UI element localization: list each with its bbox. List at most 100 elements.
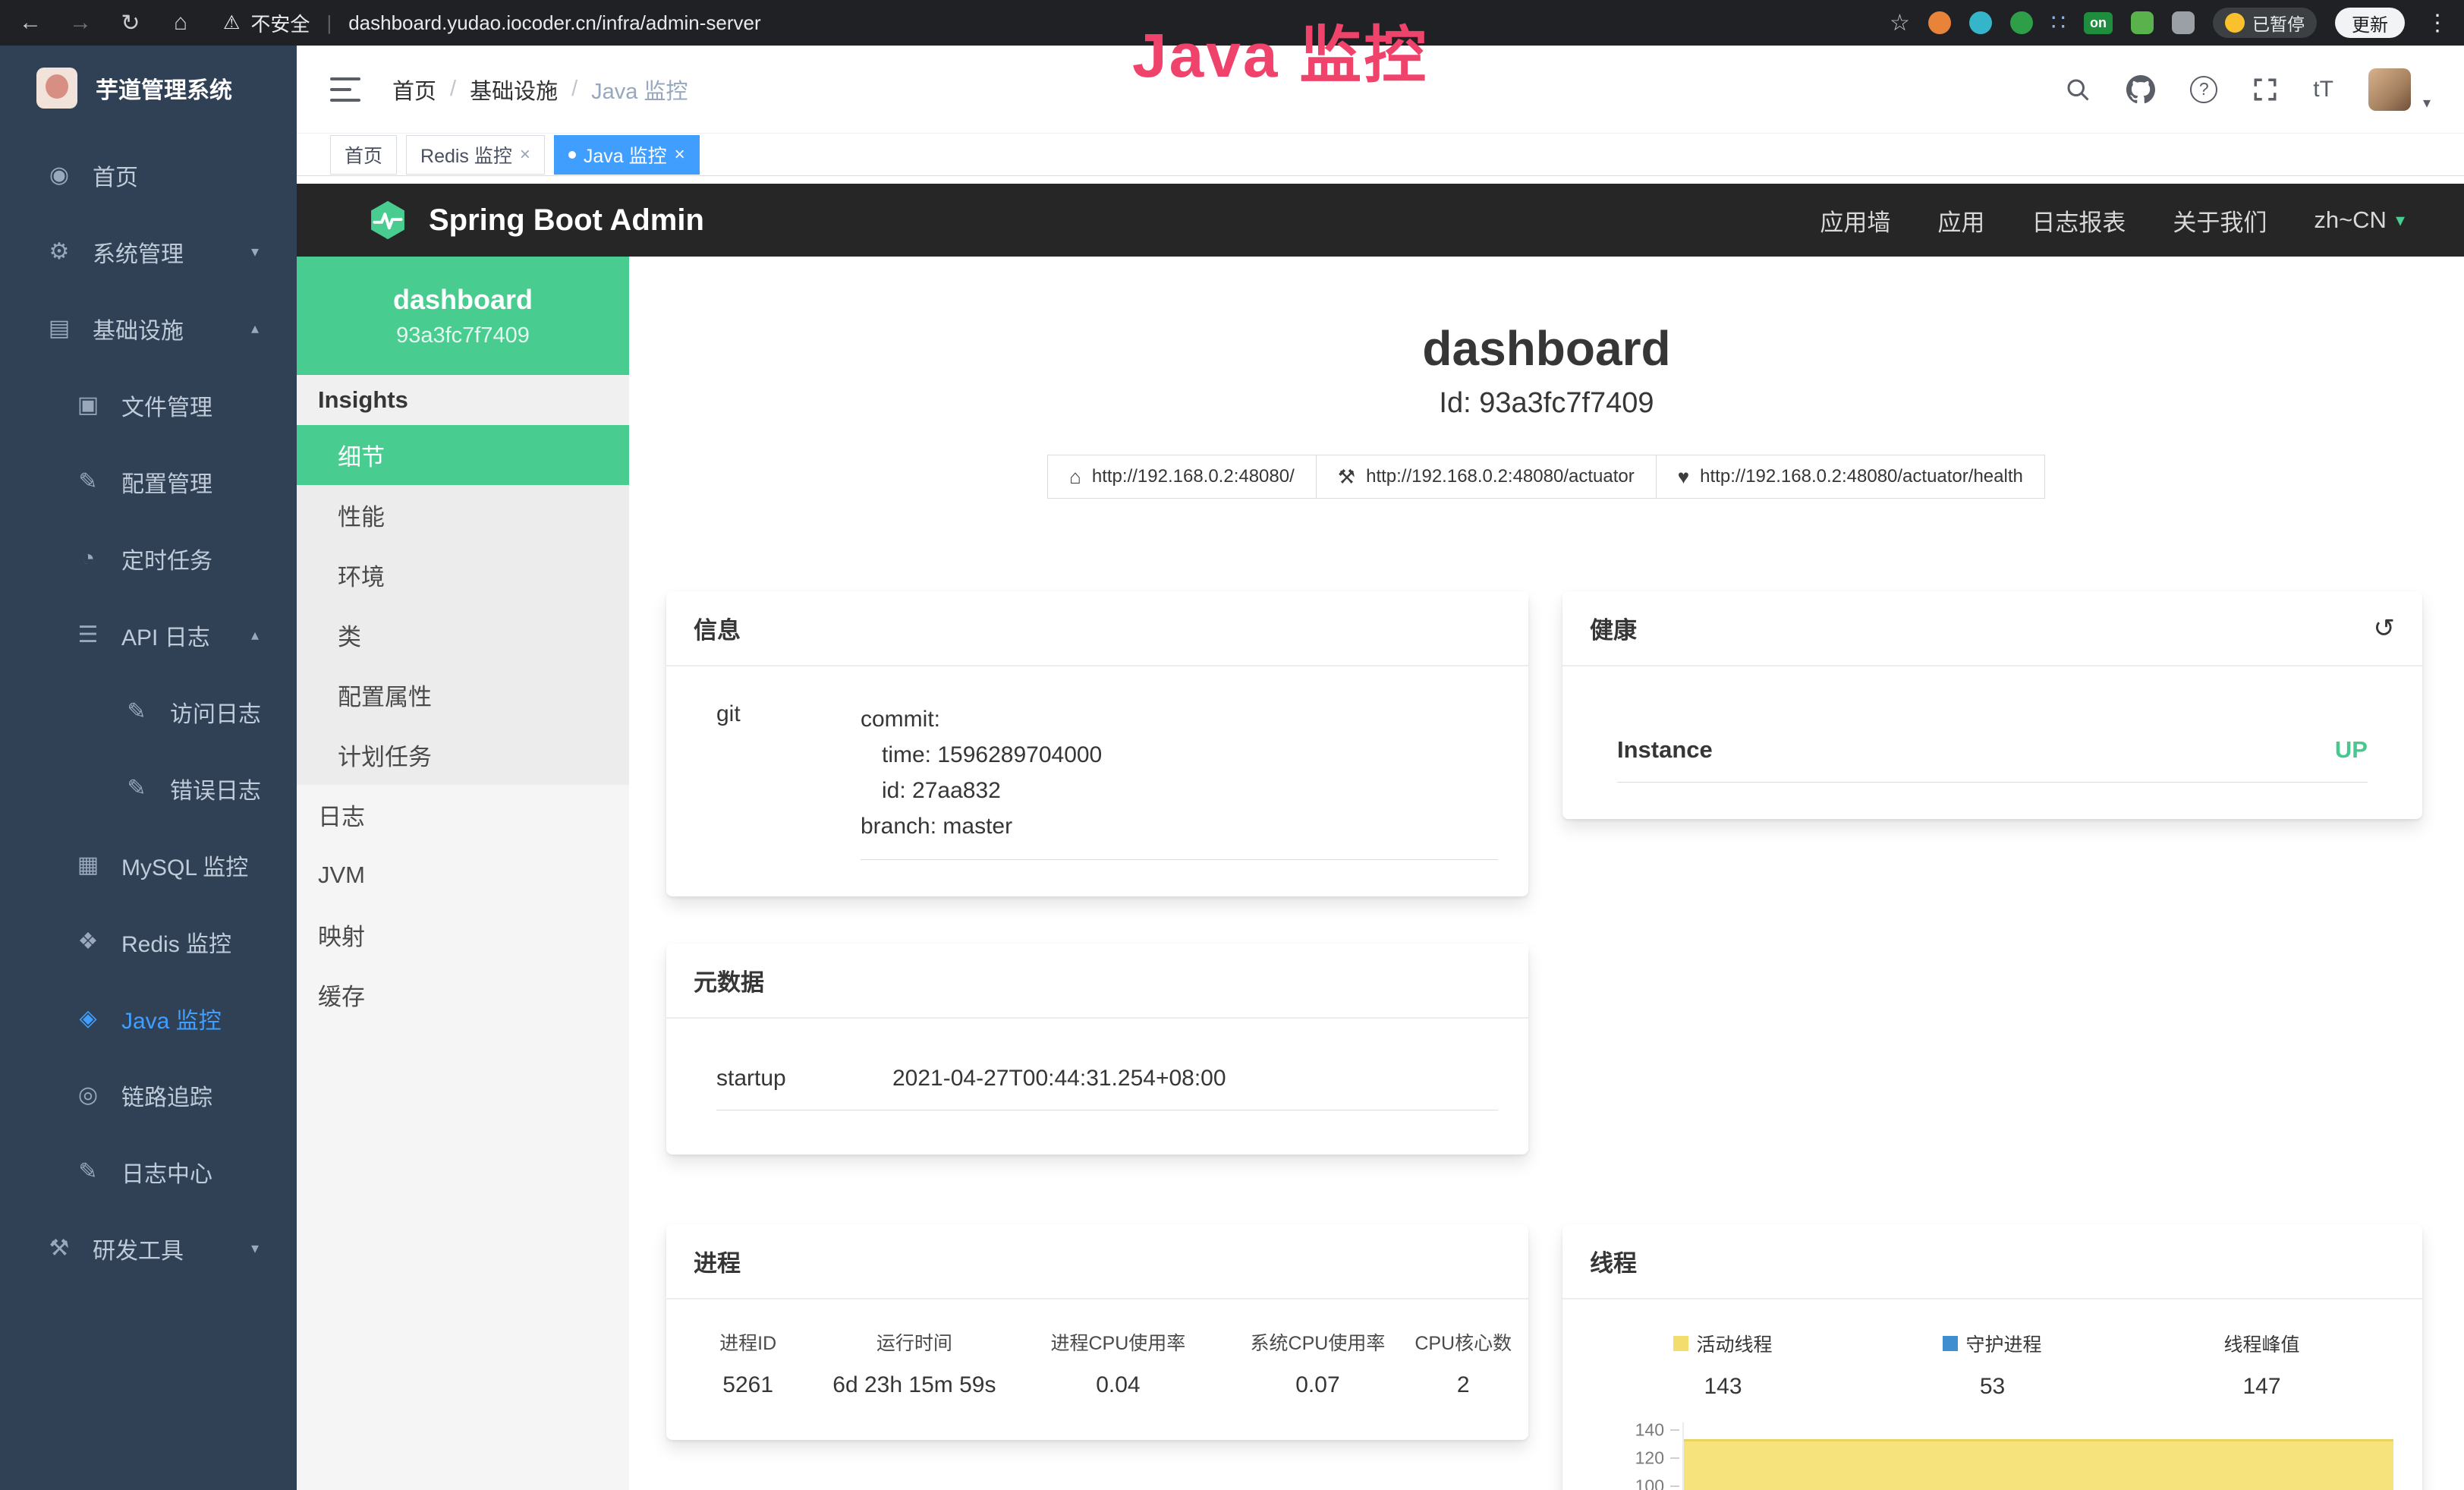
chevron-up-icon: ▴	[251, 625, 259, 644]
avatar[interactable]	[2368, 68, 2411, 111]
metadata-row: startup 2021-04-27T00:44:31.254+08:00	[716, 1066, 1498, 1110]
cpus-value: 2	[1413, 1372, 1513, 1398]
health-card-body: Instance UP	[1562, 666, 2422, 783]
wrench-icon: ⚒	[1338, 465, 1355, 489]
sidebar-item-home[interactable]: ◉ 首页	[0, 137, 297, 213]
card-title: 进程	[694, 1244, 741, 1278]
sidebar-collapse-icon[interactable]	[330, 77, 360, 102]
address-bar[interactable]: ⚠ 不安全 | dashboard.yudao.iocoder.cn/infra…	[223, 9, 761, 37]
sba-item-mappings[interactable]: 映射	[297, 905, 629, 965]
service-url-link[interactable]: ⌂ http://192.168.0.2:48080/	[1047, 455, 1317, 499]
avatar-caret-icon[interactable]: ▾	[2423, 93, 2431, 112]
sba-brand[interactable]: Spring Boot Admin	[367, 199, 704, 241]
sba-item-performance[interactable]: 性能	[297, 485, 629, 545]
sba-nav-journal[interactable]: 日志报表	[2031, 203, 2126, 238]
history-icon[interactable]: ↺	[2374, 613, 2396, 644]
sba-item-caches[interactable]: 缓存	[297, 965, 629, 1025]
health-instance-label: Instance	[1617, 736, 1713, 764]
sidebar-item-job[interactable]: ◔ 定时任务	[0, 520, 297, 597]
sidebar-item-dev-tools[interactable]: ⚒ 研发工具 ▾	[0, 1210, 297, 1287]
breadcrumb-home[interactable]: 首页	[392, 74, 436, 106]
timer-icon: ◔	[71, 546, 105, 572]
sidebar-item-infra[interactable]: ▤ 基础设施 ▴	[0, 290, 297, 367]
font-size-icon[interactable]: tT	[2313, 77, 2333, 102]
app-logo	[36, 68, 77, 109]
git-branch-line: branch: master	[861, 808, 1498, 844]
instance-header[interactable]: dashboard 93a3fc7f7409	[297, 257, 629, 375]
sidebar-item-error-log[interactable]: ✎ 错误日志	[0, 750, 297, 827]
browser-menu-icon[interactable]: ⋮	[2426, 10, 2449, 36]
sidebar-item-label: MySQL 监控	[121, 849, 248, 882]
sidebar-item-system[interactable]: ⚙ 系统管理 ▾	[0, 213, 297, 290]
sba-item-jvm[interactable]: JVM	[297, 845, 629, 905]
reload-icon[interactable]: ↻	[115, 10, 146, 36]
health-instance-row[interactable]: Instance UP	[1617, 736, 2368, 783]
link-label: http://192.168.0.2:48080/	[1092, 466, 1295, 487]
close-icon[interactable]: ×	[520, 144, 530, 165]
update-button[interactable]: 更新	[2335, 8, 2405, 38]
extension-icon-teal[interactable]	[1969, 11, 1992, 34]
sidebar-item-log-center[interactable]: ✎ 日志中心	[0, 1133, 297, 1210]
sba-item-environment[interactable]: 环境	[297, 545, 629, 605]
locale-selector[interactable]: zh~CN ▾	[2314, 206, 2405, 234]
admin-menu: ◉ 首页 ⚙ 系统管理 ▾ ▤ 基础设施 ▴ ▣ 文件管理 ✎ 配置管理 ◔ 定…	[0, 137, 297, 1287]
extensions-puzzle-icon[interactable]	[2172, 11, 2195, 34]
extension-icon-orange[interactable]	[1928, 11, 1951, 34]
threads-values: 143 53 147	[1588, 1374, 2396, 1400]
gear-icon: ⚙	[42, 238, 76, 265]
back-icon[interactable]: ←	[15, 10, 46, 36]
tab-java-monitor[interactable]: Java 监控 ×	[554, 135, 700, 175]
sba-nav-about[interactable]: 关于我们	[2173, 203, 2267, 238]
sba-nav-applications[interactable]: 应用	[1937, 203, 1984, 238]
smiley-icon	[2225, 13, 2245, 33]
sba-nav-wallboard[interactable]: 应用墙	[1820, 203, 1890, 238]
sidebar-item-label: Redis 监控	[121, 925, 231, 959]
dashboard-icon: ◉	[42, 162, 76, 188]
java-monitor-icon: ◈	[71, 1005, 105, 1032]
breadcrumb-current: Java 监控	[591, 74, 688, 106]
actuator-url-link[interactable]: ⚒ http://192.168.0.2:48080/actuator	[1316, 455, 1657, 499]
active-threads-area	[1684, 1439, 2393, 1490]
forward-icon[interactable]: →	[65, 10, 96, 36]
health-url-link[interactable]: ♥ http://192.168.0.2:48080/actuator/heal…	[1656, 455, 2045, 499]
annotation-java-monitor: Java 监控	[1132, 5, 1428, 95]
search-icon[interactable]	[2064, 76, 2091, 103]
sba-item-config-props[interactable]: 配置属性	[297, 665, 629, 725]
col-header-uptime: 运行时间	[814, 1328, 1014, 1356]
metadata-card-body: startup 2021-04-27T00:44:31.254+08:00	[666, 1019, 1528, 1110]
url-text[interactable]: dashboard.yudao.iocoder.cn/infra/admin-s…	[348, 11, 760, 35]
help-icon[interactable]: ?	[2190, 76, 2217, 103]
github-icon[interactable]	[2126, 75, 2155, 104]
link-label: http://192.168.0.2:48080/actuator/health	[1700, 466, 2023, 487]
sidebar-item-mysql[interactable]: ▦ MySQL 监控	[0, 827, 297, 903]
sidebar-item-redis[interactable]: ❖ Redis 监控	[0, 903, 297, 980]
extension-icon-sprout[interactable]	[2131, 11, 2154, 34]
security-label: 不安全	[250, 9, 310, 37]
fullscreen-icon[interactable]	[2252, 77, 2278, 102]
bookmark-star-icon[interactable]: ☆	[1890, 10, 1910, 36]
file-icon: ▣	[71, 392, 105, 418]
sba-item-classes[interactable]: 类	[297, 605, 629, 665]
extension-icon-green[interactable]	[2010, 11, 2033, 34]
sba-item-logs[interactable]: 日志	[297, 785, 629, 845]
tab-home[interactable]: 首页	[330, 135, 397, 175]
info-card-body: git commit: time: 1596289704000 id: 27aa…	[666, 666, 1528, 890]
sidebar-item-file[interactable]: ▣ 文件管理	[0, 367, 297, 443]
instance-name: dashboard	[393, 284, 533, 316]
sidebar-item-api-log[interactable]: ☰ API 日志 ▴	[0, 597, 297, 673]
home-icon[interactable]: ⌂	[165, 10, 196, 36]
sidebar-item-trace[interactable]: ◎ 链路追踪	[0, 1057, 297, 1133]
sba-item-scheduled-tasks[interactable]: 计划任务	[297, 725, 629, 785]
profile-paused-badge[interactable]: 已暂停	[2213, 8, 2317, 38]
sidebar-item-config[interactable]: ✎ 配置管理	[0, 443, 297, 520]
sidebar-item-access-log[interactable]: ✎ 访问日志	[0, 673, 297, 750]
y-tickmark	[1670, 1429, 1679, 1431]
sba-item-details[interactable]: 细节	[297, 425, 629, 485]
breadcrumb-infra[interactable]: 基础设施	[470, 74, 558, 106]
sidebar-item-java-monitor[interactable]: ◈ Java 监控	[0, 980, 297, 1057]
tab-redis-monitor[interactable]: Redis 监控 ×	[406, 135, 545, 175]
on-badge[interactable]: on	[2084, 12, 2113, 34]
close-icon[interactable]: ×	[675, 144, 685, 165]
sba-navbar: Spring Boot Admin 应用墙 应用 日志报表 关于我们 zh~CN…	[297, 184, 2464, 257]
extension-grid-icon[interactable]: ∷	[2051, 10, 2066, 36]
